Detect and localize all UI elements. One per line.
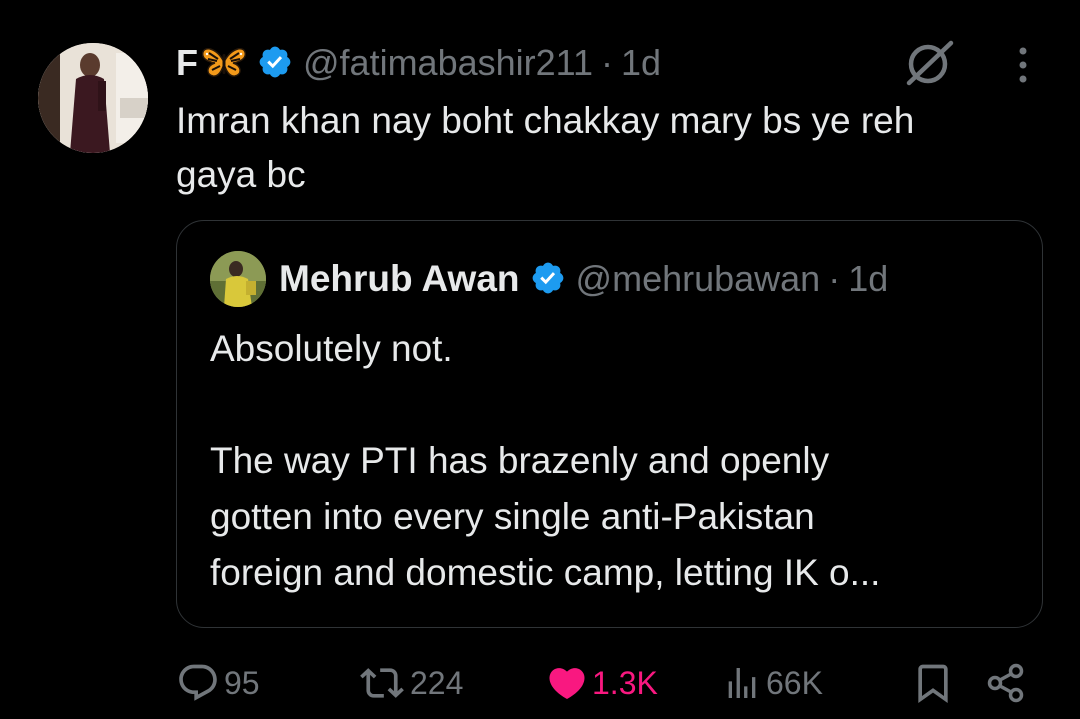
- tweet-timestamp[interactable]: 1d: [621, 42, 661, 84]
- quoted-text-line: The way PTI has brazenly and openly: [210, 440, 830, 481]
- verified-badge-icon[interactable]: [530, 260, 566, 301]
- quoted-timestamp[interactable]: 1d: [848, 258, 888, 300]
- heart-icon: [549, 668, 585, 700]
- repost-button[interactable]: 224: [358, 655, 463, 711]
- quoted-display-name[interactable]: Mehrub Awan: [279, 258, 520, 300]
- quoted-text-line: Absolutely not.: [210, 328, 453, 369]
- like-button[interactable]: 1.3K: [546, 655, 658, 711]
- reply-icon: [179, 664, 217, 701]
- reply-button[interactable]: 95: [176, 655, 260, 711]
- author-handle[interactable]: @fatimabashir211: [303, 42, 593, 84]
- action-bar: 95 224 1.3K 66K: [176, 655, 1036, 711]
- quoted-text-line: foreign and domestic camp, letting IK o.…: [210, 552, 881, 593]
- repost-icon: [360, 668, 404, 698]
- verified-badge-icon[interactable]: [257, 44, 293, 85]
- repost-count: 224: [410, 664, 464, 701]
- reply-count: 95: [224, 664, 260, 701]
- tweet-text-line: gaya bc: [176, 154, 306, 195]
- views-count: 66K: [766, 664, 823, 701]
- butterfly-icon: [201, 44, 247, 85]
- share-icon: [987, 663, 1024, 703]
- bookmark-button[interactable]: [911, 655, 955, 711]
- quoted-text-line: gotten into every single anti-Pakistan: [210, 496, 815, 537]
- views-button[interactable]: 66K: [722, 655, 823, 711]
- tweet-text-line: Imran khan nay boht chakkay mary bs ye r…: [176, 100, 915, 141]
- tweet[interactable]: F @fatimabashir211 · 1d Imran khan nay b…: [0, 0, 1080, 719]
- separator-dot: ·: [828, 258, 841, 299]
- author-avatar[interactable]: [38, 43, 148, 153]
- quoted-author-avatar[interactable]: [210, 251, 266, 307]
- share-button[interactable]: [984, 655, 1028, 711]
- like-count: 1.3K: [592, 664, 658, 701]
- quoted-tweet[interactable]: Mehrub Awan @mehrubawan · 1d Absolutely …: [176, 220, 1043, 628]
- more-icon[interactable]: [1010, 44, 1036, 88]
- separator-dot: ·: [601, 42, 614, 83]
- author-display-name[interactable]: F: [176, 42, 198, 84]
- tweet-text: Imran khan nay boht chakkay mary bs ye r…: [176, 94, 1056, 202]
- quoted-handle[interactable]: @mehrubawan: [576, 258, 821, 300]
- tweet-header: F @fatimabashir211 · 1d: [176, 38, 661, 88]
- views-icon: [728, 668, 756, 698]
- quoted-text: Absolutely not. The way PTI has brazenly…: [210, 321, 1030, 601]
- quoted-header: Mehrub Awan @mehrubawan · 1d: [279, 254, 888, 304]
- grok-icon[interactable]: [903, 37, 955, 89]
- bookmark-icon: [918, 664, 948, 704]
